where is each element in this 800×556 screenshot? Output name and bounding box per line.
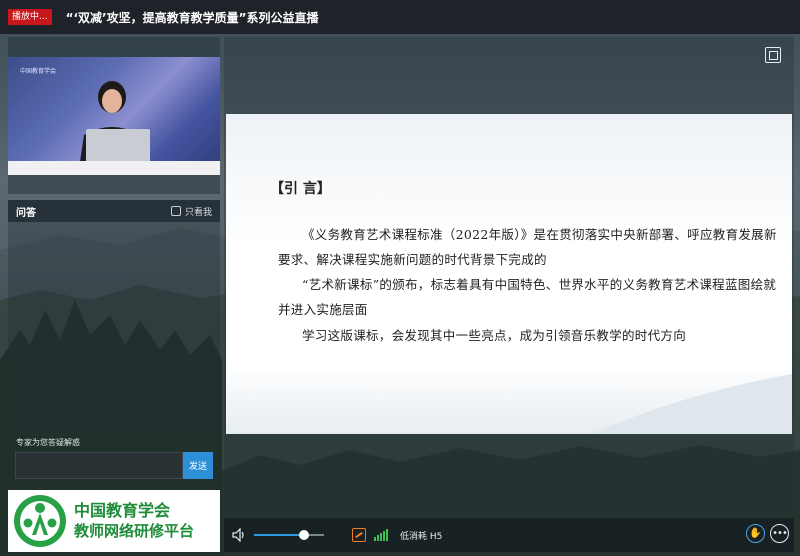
volume-knob[interactable] bbox=[299, 530, 310, 540]
desk bbox=[8, 161, 220, 175]
only-mine-toggle[interactable]: 只看我 bbox=[170, 205, 212, 218]
player-controls: 低消耗 H5 bbox=[224, 518, 794, 552]
slide-heading: 【引 言】 bbox=[270, 181, 331, 197]
only-mine-label: 只看我 bbox=[184, 207, 212, 218]
brand-name: 中国教育学会 bbox=[74, 501, 171, 520]
slide-paragraph-1: 《义务教育艺术课程标准（2022年版）》是在贯彻落实中央新部署、呼应教育发展新要… bbox=[278, 227, 777, 267]
expand-icon[interactable] bbox=[765, 47, 781, 63]
speaker-video[interactable]: 中国教育学会 bbox=[8, 57, 220, 175]
volume-icon[interactable] bbox=[232, 528, 248, 542]
brand-banner[interactable]: 中国教育学会 教师网络研修平台 bbox=[8, 490, 220, 552]
live-title: “‘双减’攻坚，提高教育教学质量”系列公益直播 bbox=[65, 10, 319, 25]
qa-message-list bbox=[8, 222, 220, 432]
volume-fill bbox=[254, 534, 305, 536]
more-icon[interactable]: ••• bbox=[770, 524, 789, 543]
send-button[interactable]: 发送 bbox=[183, 452, 213, 479]
top-bar: 播放中... “‘双减’攻坚，提高教育教学质量”系列公益直播 bbox=[0, 0, 800, 34]
brand-logo-icon bbox=[14, 495, 66, 547]
ask-label: 专家为您答疑解惑 bbox=[16, 438, 80, 447]
slide-paragraph-3: 学习这版课标，会发现其中一些亮点，成为引领音乐教学的时代方向 bbox=[302, 328, 687, 343]
volume-slider[interactable] bbox=[254, 530, 324, 540]
question-input[interactable] bbox=[15, 452, 183, 479]
hand-raise-icon[interactable]: ✋ bbox=[746, 524, 765, 543]
brand-subtitle: 教师网络研修平台 bbox=[74, 522, 195, 540]
slide-decoration bbox=[592, 374, 792, 434]
qa-header: 问答 只看我 bbox=[8, 200, 220, 222]
quality-icon[interactable] bbox=[352, 528, 366, 542]
quality-label[interactable]: 低消耗 H5 bbox=[400, 529, 442, 542]
slide-paragraph-2: “艺术新课标”的颁布，标志着具有中国特色、世界水平的义务教育艺术课程蓝图绘就并进… bbox=[278, 277, 777, 317]
speaker-figure bbox=[78, 81, 156, 175]
slide: 【引 言】 《义务教育艺术课程标准（2022年版）》是在贯彻落实中央新部署、呼应… bbox=[226, 114, 792, 434]
qa-title: 问答 bbox=[16, 207, 36, 219]
signal-icon bbox=[374, 529, 388, 541]
live-status-badge: 播放中... bbox=[8, 9, 52, 25]
only-mine-checkbox[interactable] bbox=[170, 206, 181, 216]
